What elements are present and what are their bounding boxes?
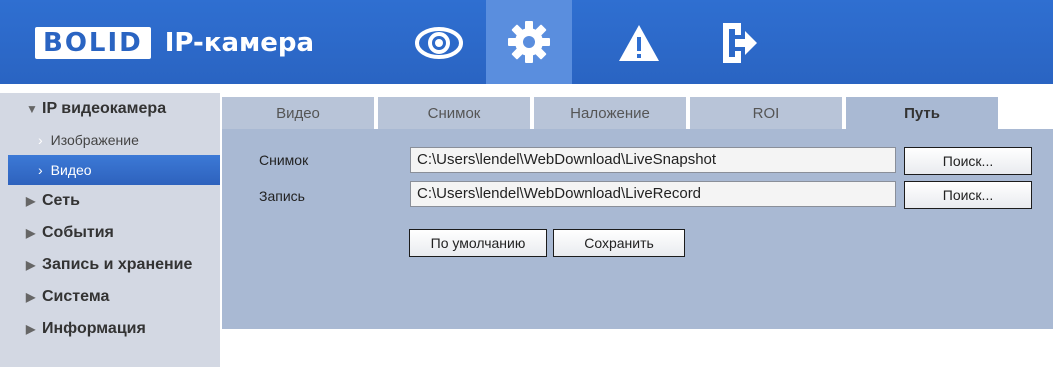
- sidebar-section-ip-camera[interactable]: ▼ IP видеокамера: [8, 93, 220, 125]
- tab-roi[interactable]: ROI: [690, 97, 842, 129]
- default-button[interactable]: По умолчанию: [409, 229, 547, 257]
- snapshot-path-field[interactable]: C:\Users\lendel\WebDownload\LiveSnapshot: [410, 147, 896, 173]
- brand-logo: BOLID IP-камера: [35, 25, 314, 61]
- logout-button[interactable]: [696, 12, 782, 74]
- exit-icon: [723, 23, 757, 63]
- sidebar-section-network[interactable]: ▶ Сеть: [8, 185, 220, 217]
- record-browse-button[interactable]: Поиск...: [904, 181, 1032, 209]
- tab-overlay[interactable]: Наложение: [534, 97, 686, 129]
- gear-icon: [508, 21, 550, 63]
- path-settings-panel: Снимок C:\Users\lendel\WebDownload\LiveS…: [222, 129, 1053, 329]
- tab-path[interactable]: Путь: [846, 97, 998, 129]
- collapsed-triangle-icon: ▶: [26, 226, 36, 240]
- tab-bar: Видео Снимок Наложение ROI Путь: [222, 97, 1002, 129]
- warning-icon: [619, 25, 659, 61]
- sidebar-item-label: Изображение: [50, 132, 139, 148]
- collapsed-triangle-icon: ▶: [26, 290, 36, 304]
- sidebar-section-system[interactable]: ▶ Система: [8, 281, 220, 313]
- sidebar-item-label: Видео: [50, 162, 92, 178]
- sidebar-section-label: События: [42, 224, 114, 241]
- collapsed-triangle-icon: ▶: [26, 258, 36, 272]
- settings-button[interactable]: [486, 0, 572, 84]
- alarm-button[interactable]: [596, 12, 682, 74]
- sidebar-section-storage[interactable]: ▶ Запись и хранение: [8, 249, 220, 281]
- app-title: IP-камера: [164, 28, 315, 58]
- eye-icon: [415, 27, 463, 59]
- chevron-right-icon: ›: [38, 132, 43, 148]
- expanded-triangle-icon: ▼: [26, 102, 38, 116]
- tab-snapshot[interactable]: Снимок: [378, 97, 530, 129]
- chevron-right-icon: ›: [38, 162, 43, 178]
- sidebar-section-label: IP видеокамера: [42, 100, 167, 117]
- sidebar-section-label: Сеть: [42, 192, 80, 209]
- record-path-label: Запись: [259, 188, 305, 204]
- sidebar-item-image[interactable]: › Изображение: [8, 125, 220, 155]
- sidebar-section-label: Запись и хранение: [42, 256, 193, 273]
- sidebar-section-events[interactable]: ▶ События: [8, 217, 220, 249]
- tab-video[interactable]: Видео: [222, 97, 374, 129]
- top-header: BOLID IP-камера: [0, 0, 1053, 84]
- sidebar-section-label: Информация: [42, 320, 146, 337]
- sidebar: ▼ IP видеокамера › Изображение › Видео ▶…: [0, 93, 220, 367]
- logo-mark: BOLID: [35, 27, 151, 59]
- record-path-field[interactable]: C:\Users\lendel\WebDownload\LiveRecord: [410, 181, 896, 207]
- collapsed-triangle-icon: ▶: [26, 194, 36, 208]
- save-button[interactable]: Сохранить: [553, 229, 685, 257]
- sidebar-section-info[interactable]: ▶ Информация: [8, 313, 220, 345]
- sidebar-item-video[interactable]: › Видео: [8, 155, 220, 185]
- sidebar-section-label: Система: [42, 288, 110, 305]
- snapshot-browse-button[interactable]: Поиск...: [904, 147, 1032, 175]
- collapsed-triangle-icon: ▶: [26, 322, 36, 336]
- live-view-button[interactable]: [396, 12, 482, 74]
- snapshot-path-label: Снимок: [259, 152, 309, 168]
